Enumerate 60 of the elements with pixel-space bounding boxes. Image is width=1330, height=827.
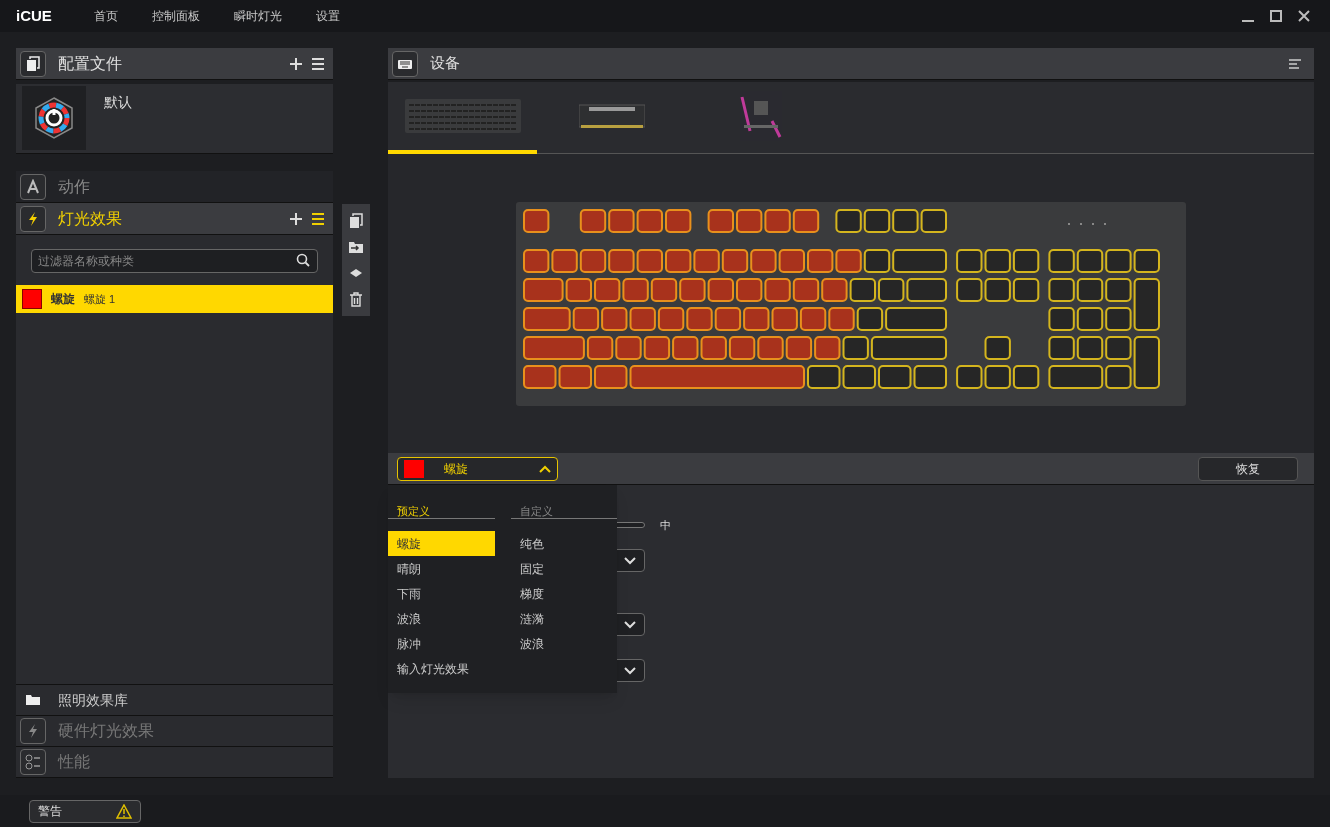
menu-icon[interactable]: [311, 211, 325, 226]
minimize-icon: [1242, 20, 1254, 22]
section-title: 配置文件: [58, 53, 122, 74]
copy-icon: [348, 213, 364, 229]
section-title: 设备: [430, 53, 460, 74]
menu-item[interactable]: 螺旋: [388, 531, 495, 556]
pages-icon: [25, 55, 41, 72]
maximize-icon: [1270, 10, 1282, 22]
profile-name: 默认: [104, 93, 132, 112]
section-title: 硬件灯光效果: [58, 721, 154, 741]
menu-item[interactable]: 波浪: [388, 606, 495, 631]
warning-button[interactable]: 警告: [29, 799, 141, 823]
chevron-down-icon: [624, 619, 636, 629]
add-icon[interactable]: [289, 211, 303, 226]
nav-link[interactable]: 设置: [316, 7, 340, 25]
profile-card[interactable]: 默认: [16, 84, 333, 154]
search-icon: [296, 253, 310, 267]
warning-icon: [116, 803, 132, 819]
slider-reading: 中: [660, 518, 671, 533]
memory-module-drawing: [578, 103, 645, 129]
letter-a-icon: [25, 178, 41, 195]
add-icon[interactable]: [289, 56, 303, 71]
nav-link[interactable]: 首页: [94, 7, 118, 25]
app-logo: iCUE: [16, 5, 53, 26]
filter-field[interactable]: 过滤器名称或种类: [31, 249, 318, 273]
effect-dropdown[interactable]: 螺旋: [397, 456, 558, 481]
menu-item[interactable]: 下雨: [388, 581, 495, 606]
reset-button[interactable]: 恢复: [1198, 456, 1298, 481]
sliders-icon: [25, 754, 41, 770]
section-title: 灯光效果: [58, 208, 122, 229]
chevron-down-icon: [624, 665, 636, 675]
menu-item[interactable]: 固定: [511, 556, 617, 581]
menu-item[interactable]: 波浪: [511, 631, 617, 656]
actions-header[interactable]: 动作: [16, 171, 333, 203]
section-title: 性能: [58, 752, 90, 772]
chevron-up-icon: [539, 463, 551, 474]
section-title: 动作: [58, 176, 90, 197]
nav-link[interactable]: 控制面板: [152, 7, 200, 25]
menu-item[interactable]: 纯色: [511, 531, 617, 556]
menu-item[interactable]: 梯度: [511, 581, 617, 606]
menu-item[interactable]: 晴朗: [388, 556, 495, 581]
menu-item[interactable]: 涟漪: [511, 606, 617, 631]
menu-group-tab[interactable]: 预定义: [388, 503, 495, 519]
effect-name: 螺旋: [51, 291, 75, 308]
nav-link[interactable]: 瞬时灯光: [234, 7, 282, 25]
menu-group-tab[interactable]: 自定义: [511, 503, 617, 519]
section-header[interactable]: 照明效果库: [16, 685, 333, 716]
folder-import-icon: [348, 239, 364, 255]
hexagon-logo-icon: [32, 96, 76, 140]
effect-row[interactable]: 螺旋 螺旋 1: [16, 285, 333, 313]
section-title: 照明效果库: [58, 690, 128, 710]
close-icon: [1298, 10, 1310, 22]
menu-icon[interactable]: [311, 56, 325, 71]
list-icon[interactable]: [1288, 57, 1302, 70]
layer-name: 螺旋 1: [84, 291, 116, 307]
menu-item[interactable]: 输入灯光效果: [388, 656, 495, 681]
menu-item[interactable]: 脉冲: [388, 631, 495, 656]
chevron-down-icon: [624, 555, 636, 565]
folder-icon: [25, 692, 41, 708]
trash-icon: [348, 291, 364, 307]
